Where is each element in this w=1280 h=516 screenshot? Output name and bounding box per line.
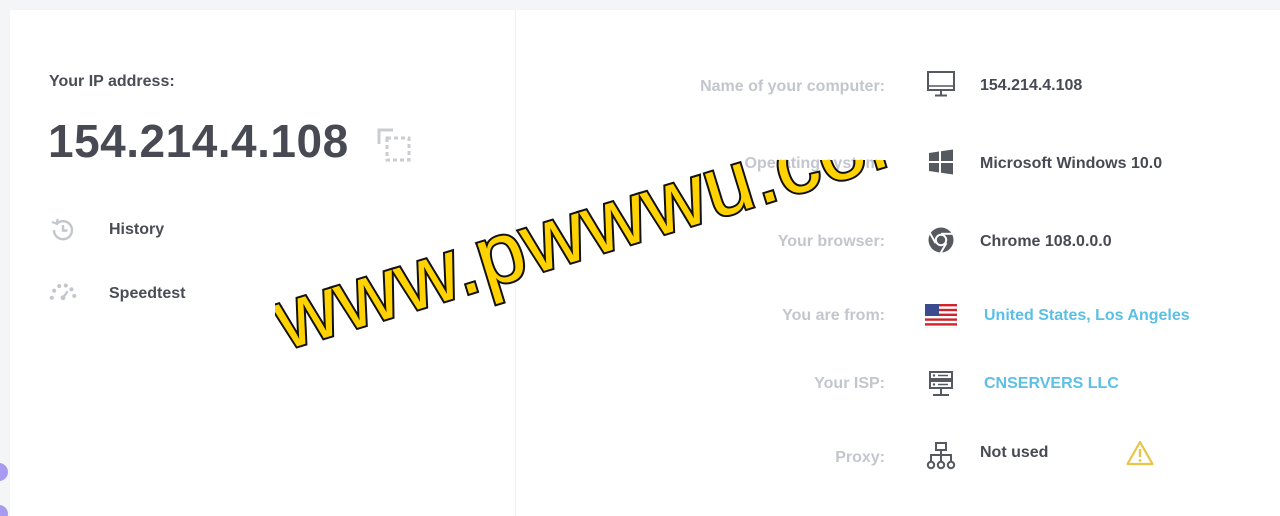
copy-ip-button[interactable] — [376, 127, 412, 163]
computer-name-value: 154.214.4.108 — [980, 77, 1083, 94]
proxy-label: Proxy: — [835, 449, 885, 466]
history-icon — [48, 215, 78, 245]
ip-label: Your IP address: — [49, 73, 175, 90]
ip-info-card: Your IP address: 154.214.4.108 History S… — [10, 10, 1280, 516]
os-label: Operating system: — [744, 155, 885, 172]
os-value: Microsoft Windows 10.0 — [980, 155, 1163, 172]
browser-label: Your browser: — [777, 233, 885, 250]
isp-label: Your ISP: — [814, 375, 885, 392]
chrome-logo-icon — [923, 224, 959, 256]
warning-icon[interactable] — [1126, 440, 1154, 466]
windows-logo-icon — [923, 146, 959, 178]
copy-icon — [377, 128, 411, 162]
location-label: You are from: — [782, 307, 885, 324]
scroll-indicator-dot[interactable] — [0, 463, 8, 481]
proxy-value: Not used — [980, 444, 1049, 461]
monitor-icon — [923, 68, 959, 100]
browser-value: Chrome 108.0.0.0 — [980, 233, 1112, 250]
location-link[interactable]: United States, Los Angeles — [984, 307, 1190, 325]
server-icon — [923, 368, 959, 400]
speedometer-icon — [48, 279, 78, 309]
isp-link[interactable]: CNSERVERS LLC — [984, 375, 1119, 393]
scroll-indicator-dot[interactable] — [0, 505, 8, 516]
speedtest-link-label: Speedtest — [109, 285, 186, 302]
ip-panel: Your IP address: 154.214.4.108 History S… — [10, 10, 516, 516]
speedtest-link[interactable]: Speedtest — [48, 279, 185, 309]
network-icon — [923, 440, 959, 472]
history-link-label: History — [109, 221, 165, 238]
us-flag-icon — [923, 300, 959, 332]
ip-value[interactable]: 154.214.4.108 — [48, 114, 349, 168]
computer-name-label: Name of your computer: — [700, 78, 885, 95]
history-link[interactable]: History — [48, 215, 164, 245]
